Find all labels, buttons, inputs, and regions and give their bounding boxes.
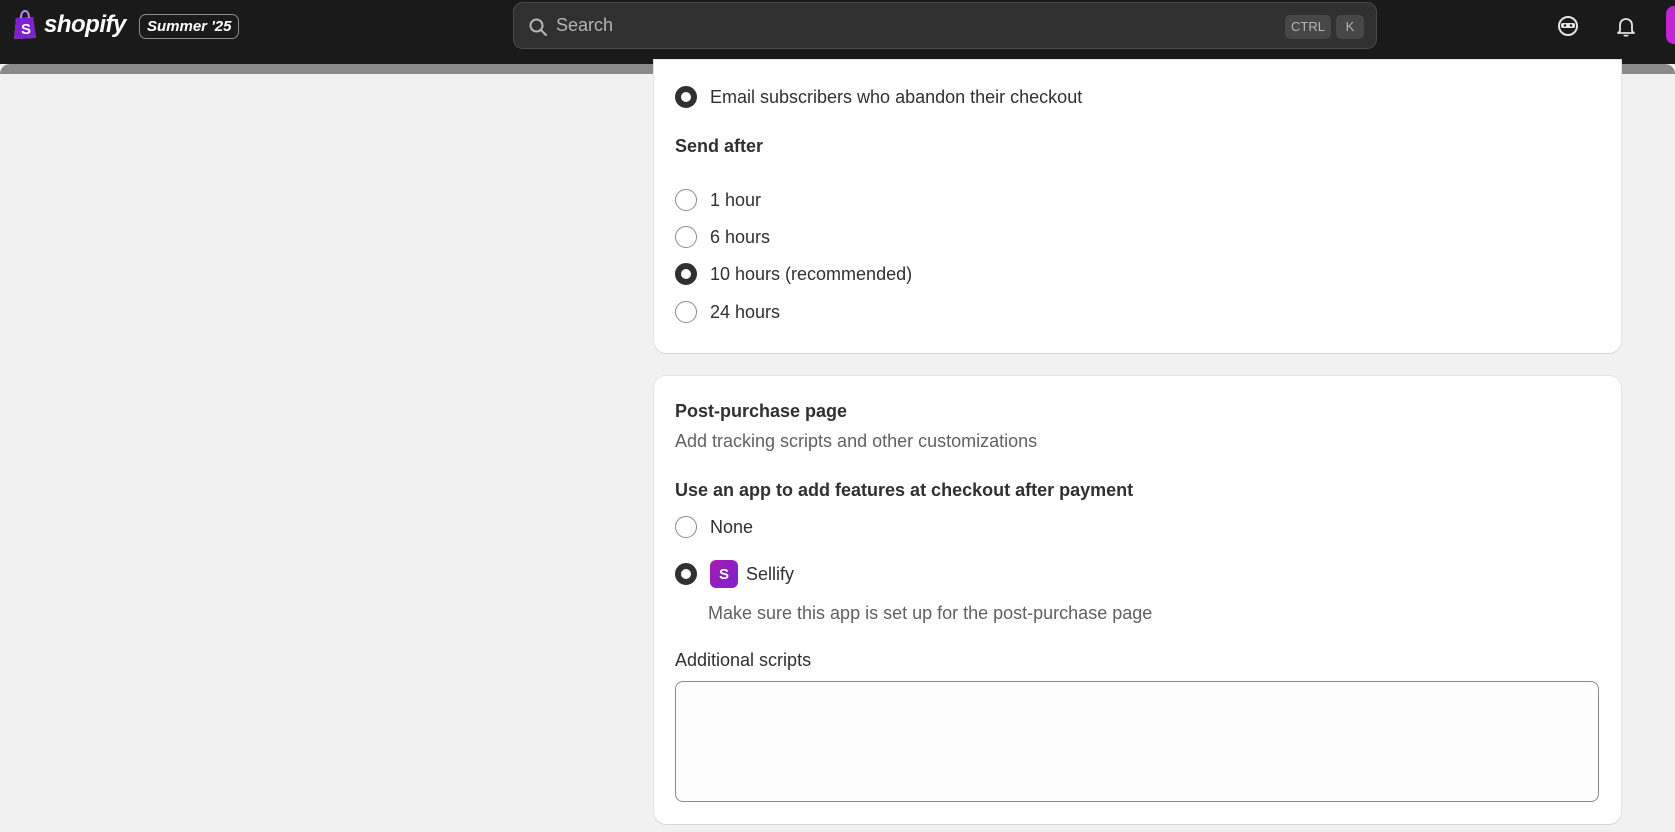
radio-button[interactable] [675,263,697,285]
store-avatar[interactable] [1666,6,1675,44]
account-switch-icon[interactable] [1556,14,1580,38]
sellify-help-text: Make sure this app is set up for the pos… [708,603,1153,623]
email-abandoners-option[interactable]: Email subscribers who abandon their chec… [675,86,1082,108]
top-bar: S shopify Summer '25 CTRL K [0,0,1675,64]
radio-button[interactable] [675,226,697,248]
svg-text:S: S [21,21,31,38]
option-label: Sellify [746,563,795,584]
option-label: 6 hours [710,226,771,247]
shortcut-k-key: K [1336,15,1364,39]
abandoned-checkout-card: Email subscribers who abandon their chec… [654,60,1621,353]
send-after-option[interactable]: 10 hours (recommended) [675,263,912,285]
card-title: Post-purchase page [675,401,848,421]
option-label: Email subscribers who abandon their chec… [710,86,1083,107]
radio-button[interactable] [675,301,697,323]
option-label: 24 hours [710,301,781,322]
app-option-sellify[interactable]: S Sellify [675,560,794,588]
app-heading: Use an app to add features at checkout a… [675,480,1134,500]
send-after-heading: Send after [675,136,764,156]
search-icon [529,18,547,36]
sellify-app-icon: S [710,560,738,588]
post-purchase-card: Post-purchase page Add tracking scripts … [654,376,1621,824]
card-subtitle: Add tracking scripts and other customiza… [675,431,1038,451]
brand-name: shopify [44,11,126,38]
shortcut-ctrl-key: CTRL [1285,15,1331,39]
search-bar[interactable]: CTRL K [513,2,1377,49]
additional-scripts-label: Additional scripts [675,650,812,670]
option-label: 1 hour [710,189,762,210]
shopify-logo[interactable]: S shopify [12,10,126,40]
send-after-option[interactable]: 6 hours [675,226,770,248]
send-after-option[interactable]: 24 hours [675,301,780,323]
send-after-option[interactable]: 1 hour [675,189,761,211]
app-option-none[interactable]: None [675,516,753,538]
option-label: 10 hours (recommended) [710,263,913,284]
shopify-bag-icon: S [14,10,36,39]
additional-scripts-textarea[interactable] [675,681,1599,802]
notifications-bell-icon[interactable] [1614,14,1638,38]
radio-button[interactable] [675,189,697,211]
radio-button[interactable] [675,86,697,108]
option-label: None [710,516,754,537]
radio-button[interactable] [675,516,697,538]
search-input[interactable] [556,3,1256,48]
radio-button[interactable] [675,563,697,585]
edition-badge[interactable]: Summer '25 [139,14,240,39]
